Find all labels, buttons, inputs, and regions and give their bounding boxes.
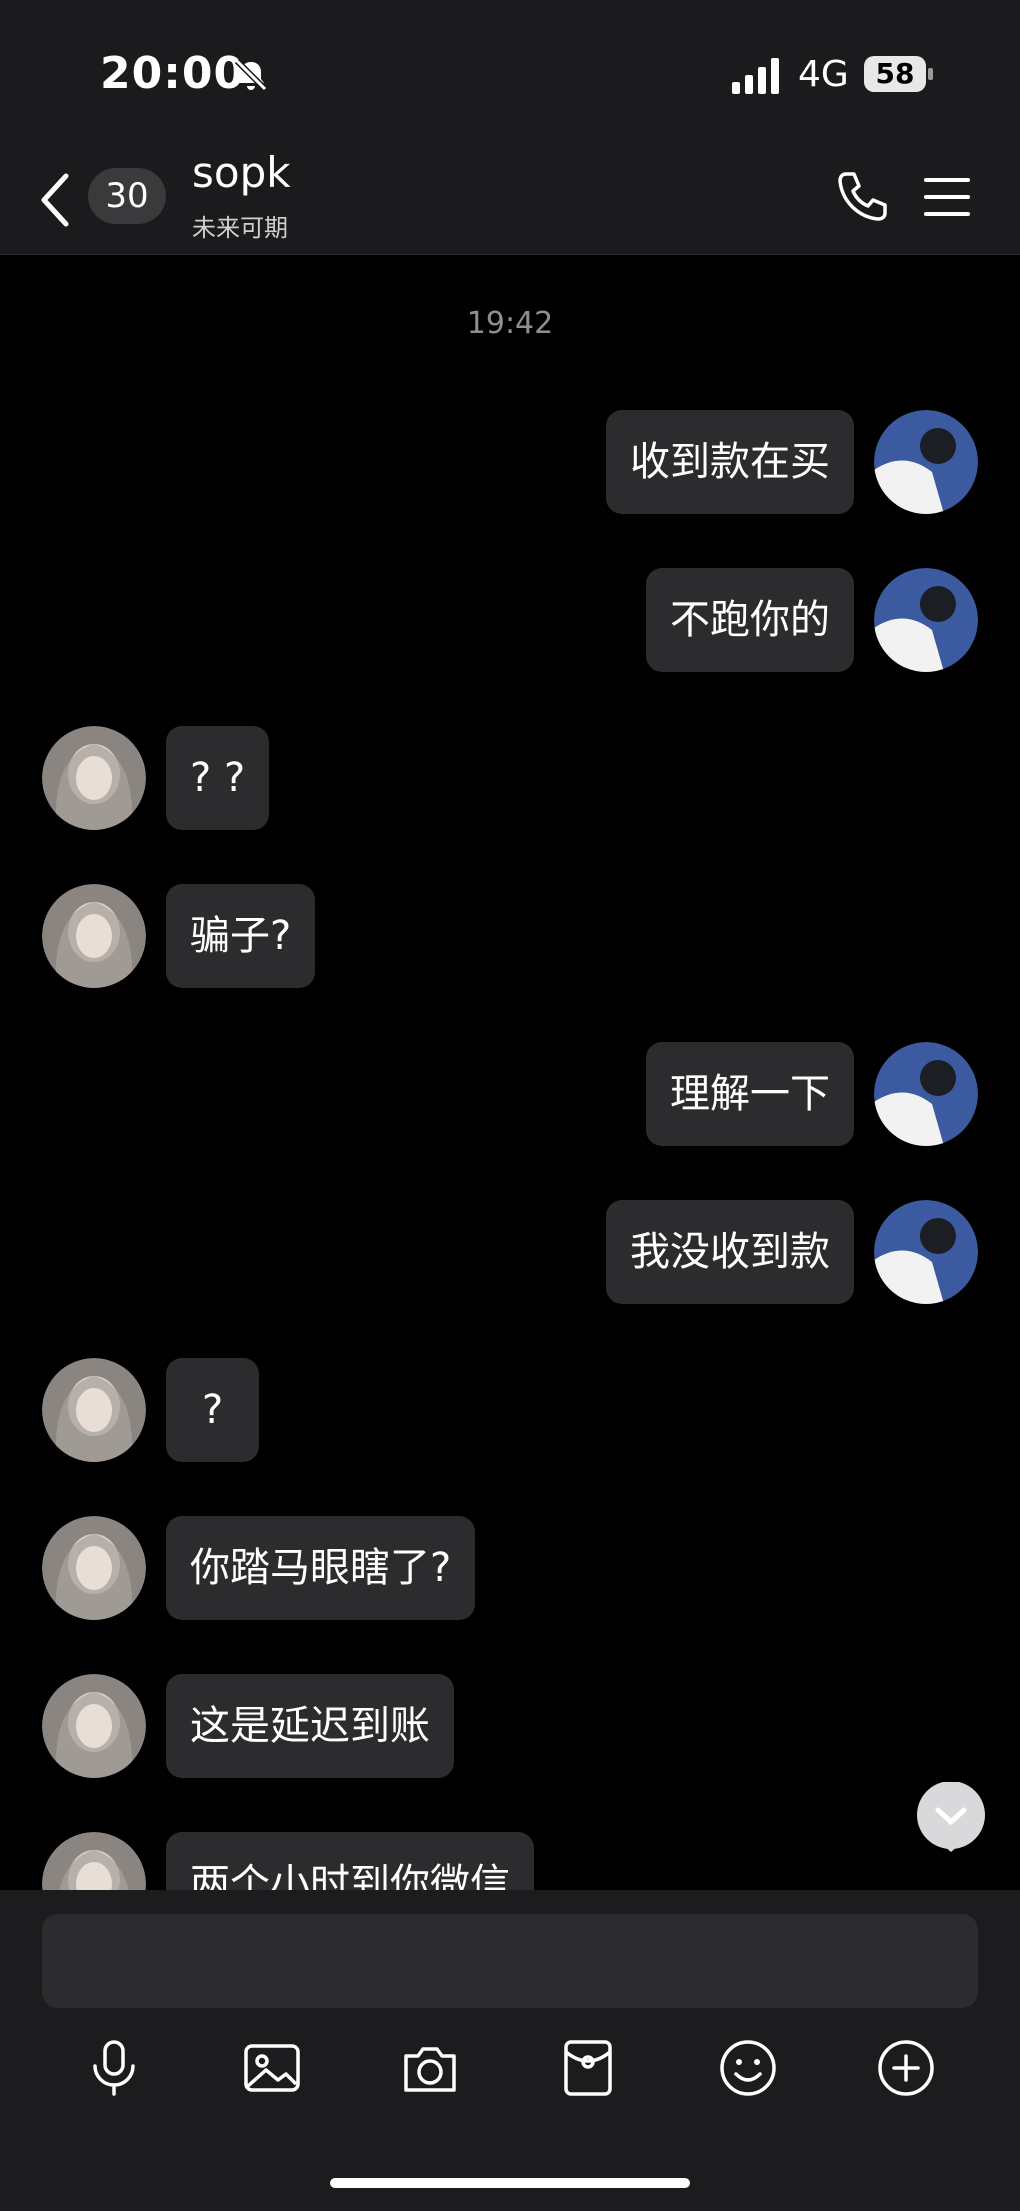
message-row: 骗子? (0, 884, 1020, 988)
signal-icon (732, 58, 782, 94)
red-packet-icon[interactable] (556, 2036, 620, 2100)
avatar-contact[interactable] (42, 726, 146, 830)
message-input[interactable] (42, 1914, 978, 2008)
contact-name[interactable]: sopk (192, 148, 291, 197)
image-icon[interactable] (240, 2036, 304, 2100)
message-row: 不跑你的 (0, 568, 1020, 672)
composer-panel (0, 1890, 1020, 2211)
camera-icon[interactable] (398, 2036, 462, 2100)
avatar-self[interactable] (874, 410, 978, 514)
message-timestamp: 19:42 (466, 306, 554, 341)
contact-signature: 未来可期 (192, 214, 288, 242)
home-indicator[interactable] (330, 2178, 690, 2188)
message-bubble[interactable]: 理解一下 (646, 1042, 854, 1146)
message-bubble[interactable]: 两个小时到你微信 (166, 1832, 534, 1890)
message-row: ? (0, 1358, 1020, 1462)
message-bubble[interactable]: ? (166, 1358, 260, 1462)
avatar-contact[interactable] (42, 884, 146, 988)
avatar-contact[interactable] (42, 1674, 146, 1778)
message-bubble[interactable]: 不跑你的 (646, 568, 854, 672)
hamburger-menu-icon[interactable] (922, 172, 972, 222)
message-bubble[interactable]: 你踏马眼瞎了? (166, 1516, 476, 1620)
message-bubble[interactable]: 这是延迟到账 (166, 1674, 454, 1778)
message-row: 收到款在买 (0, 410, 1020, 514)
battery-icon: 58 (864, 56, 934, 92)
emoji-icon[interactable] (716, 2036, 780, 2100)
message-bubble[interactable]: 骗子? (166, 884, 316, 988)
network-type: 4G (798, 54, 849, 95)
unread-count-badge[interactable]: 30 (88, 168, 166, 224)
status-time: 20:00 (100, 48, 246, 99)
phone-icon[interactable] (832, 168, 888, 224)
avatar-contact[interactable] (42, 1358, 146, 1462)
battery-tip (928, 68, 933, 80)
chat-header: 30 sopk 未来可期 (0, 148, 1020, 255)
chevron-left-icon[interactable] (36, 170, 76, 230)
message-row: 两个小时到你微信 (0, 1832, 1020, 1890)
message-bubble[interactable]: ? ? (166, 726, 270, 830)
avatar-self[interactable] (874, 568, 978, 672)
plus-circle-icon[interactable] (874, 2036, 938, 2100)
battery-level: 58 (864, 56, 926, 92)
message-row: 我没收到款 (0, 1200, 1020, 1304)
message-row: ? ? (0, 726, 1020, 830)
avatar-self[interactable] (874, 1042, 978, 1146)
avatar-contact[interactable] (42, 1832, 146, 1890)
avatar-contact[interactable] (42, 1516, 146, 1620)
message-bubble[interactable]: 收到款在买 (606, 410, 854, 514)
status-bar: 20:00 4G 58 (0, 0, 1020, 150)
message-list[interactable]: 19:42 收到款在买 不跑你的 ? ? 骗子? 理解一下 我没收到款 ? 你踏… (0, 254, 1020, 1890)
message-row: 理解一下 (0, 1042, 1020, 1146)
chevron-down-circle-icon[interactable] (916, 1781, 986, 1852)
message-row: 你踏马眼瞎了? (0, 1516, 1020, 1620)
microphone-icon[interactable] (82, 2036, 146, 2100)
bell-muted-icon (232, 56, 270, 94)
message-row: 这是延迟到账 (0, 1674, 1020, 1778)
avatar-self[interactable] (874, 1200, 978, 1304)
message-bubble[interactable]: 我没收到款 (606, 1200, 854, 1304)
